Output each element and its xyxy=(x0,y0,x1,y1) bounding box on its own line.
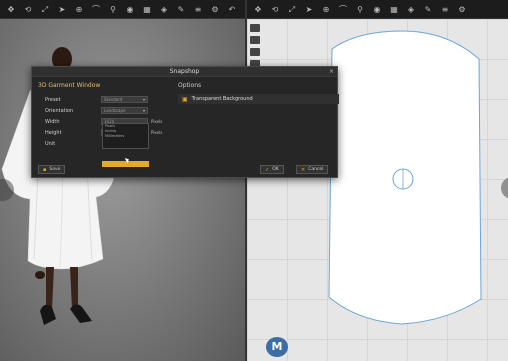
tack-icon[interactable]: ⚲ xyxy=(108,5,118,14)
arrow-tool-icon[interactable] xyxy=(250,24,260,32)
circle-icon[interactable]: ⌒ xyxy=(338,5,348,14)
move-icon[interactable]: ✥ xyxy=(6,5,16,14)
notch-icon[interactable]: ◉ xyxy=(372,5,382,14)
snapshop-dialog: Snapshop × 3D Garment Window Preset Stan… xyxy=(31,66,339,178)
brand-logo: M xyxy=(266,337,288,357)
check-icon: ✓ xyxy=(265,166,270,173)
menu-icon[interactable]: ≡ xyxy=(193,5,203,14)
section-title-options: Options xyxy=(178,82,202,89)
width-label: Width xyxy=(45,118,60,125)
orientation-label: Orientation xyxy=(45,107,74,114)
curve-icon[interactable]: ➤ xyxy=(304,5,314,14)
layer-tool-icon[interactable] xyxy=(250,36,260,44)
folder-icon: ▪ xyxy=(43,166,47,173)
preset-select[interactable]: Standard ▾ xyxy=(101,96,148,103)
cancel-button[interactable]: ✕ Cancel xyxy=(296,165,329,174)
brush-icon[interactable]: ✎ xyxy=(176,5,186,14)
unit-option[interactable]: Millimeters xyxy=(103,134,148,139)
preset-row: Preset Standard ▾ xyxy=(45,94,172,105)
save-button[interactable]: ▪ Save xyxy=(38,165,66,174)
rotate-icon[interactable]: ⟲ xyxy=(23,5,33,14)
pleat-icon[interactable]: ◈ xyxy=(406,5,416,14)
unit-dropdown-list[interactable]: Pixels Inches Millimeters xyxy=(102,123,149,149)
settings-icon[interactable]: ⚙ xyxy=(210,5,220,14)
height-unit: Pixels xyxy=(151,130,163,135)
preset-label: Preset xyxy=(45,96,61,103)
pin-tool-icon[interactable] xyxy=(250,48,260,56)
chevron-down-icon: ▾ xyxy=(142,108,145,113)
pattern-icon[interactable]: ✥ xyxy=(253,5,263,14)
close-icon[interactable]: × xyxy=(329,68,334,75)
transparent-background-option[interactable]: ▣ Transparent Background xyxy=(178,94,339,104)
orientation-select[interactable]: Landscape ▾ xyxy=(101,107,148,114)
scale-icon[interactable]: ⤢ xyxy=(40,5,50,14)
unit-option-highlight[interactable] xyxy=(102,161,149,167)
dart-icon[interactable]: ▦ xyxy=(389,5,399,14)
lock-icon[interactable]: ◈ xyxy=(159,5,169,14)
unit-label: Unit xyxy=(45,140,56,147)
rect-icon[interactable]: ⊕ xyxy=(321,5,331,14)
ok-button[interactable]: ✓ OK xyxy=(260,165,284,174)
dialog-title: Snapshop xyxy=(32,67,337,77)
width-unit: Pixels xyxy=(151,119,163,124)
toolbar-2d: ✥ ⟲ ⤢ ➤ ⊕ ⌒ ⚲ ◉ ▦ ◈ ✎ ≡ ⚙ xyxy=(247,0,508,19)
chevron-down-icon: ▾ xyxy=(142,97,145,102)
pattern-side-tools xyxy=(250,24,264,68)
camera-icon[interactable]: ◉ xyxy=(125,5,135,14)
pen-icon[interactable]: ⚙ xyxy=(457,5,467,14)
point-icon[interactable]: ⤢ xyxy=(287,5,297,14)
pin-icon[interactable]: ⊕ xyxy=(74,5,84,14)
height-label: Height xyxy=(45,129,62,136)
grid-icon[interactable]: ▦ xyxy=(142,5,152,14)
fold-icon[interactable]: ⌒ xyxy=(91,5,101,14)
undo-icon[interactable]: ↶ xyxy=(227,5,237,14)
sew-icon[interactable]: ⚲ xyxy=(355,5,365,14)
select-icon[interactable]: ➤ xyxy=(57,5,67,14)
close-icon: ✕ xyxy=(301,166,306,173)
toolbar-3d: ✥ ⟲ ⤢ ➤ ⊕ ⌒ ⚲ ◉ ▦ ◈ ✎ ≡ ⚙ ↶ xyxy=(0,0,245,19)
options-panel: Options ▣ Transparent Background xyxy=(178,82,339,160)
orientation-row: Orientation Landscape ▾ xyxy=(45,105,172,116)
segment-icon[interactable]: ⟲ xyxy=(270,5,280,14)
transparent-background-label: Transparent Background xyxy=(191,96,253,102)
section-title-3d: 3D Garment Window xyxy=(38,82,101,89)
trim-icon[interactable]: ≡ xyxy=(440,5,450,14)
checkbox-checked-icon[interactable]: ▣ xyxy=(182,96,188,103)
text-icon[interactable]: ✎ xyxy=(423,5,433,14)
